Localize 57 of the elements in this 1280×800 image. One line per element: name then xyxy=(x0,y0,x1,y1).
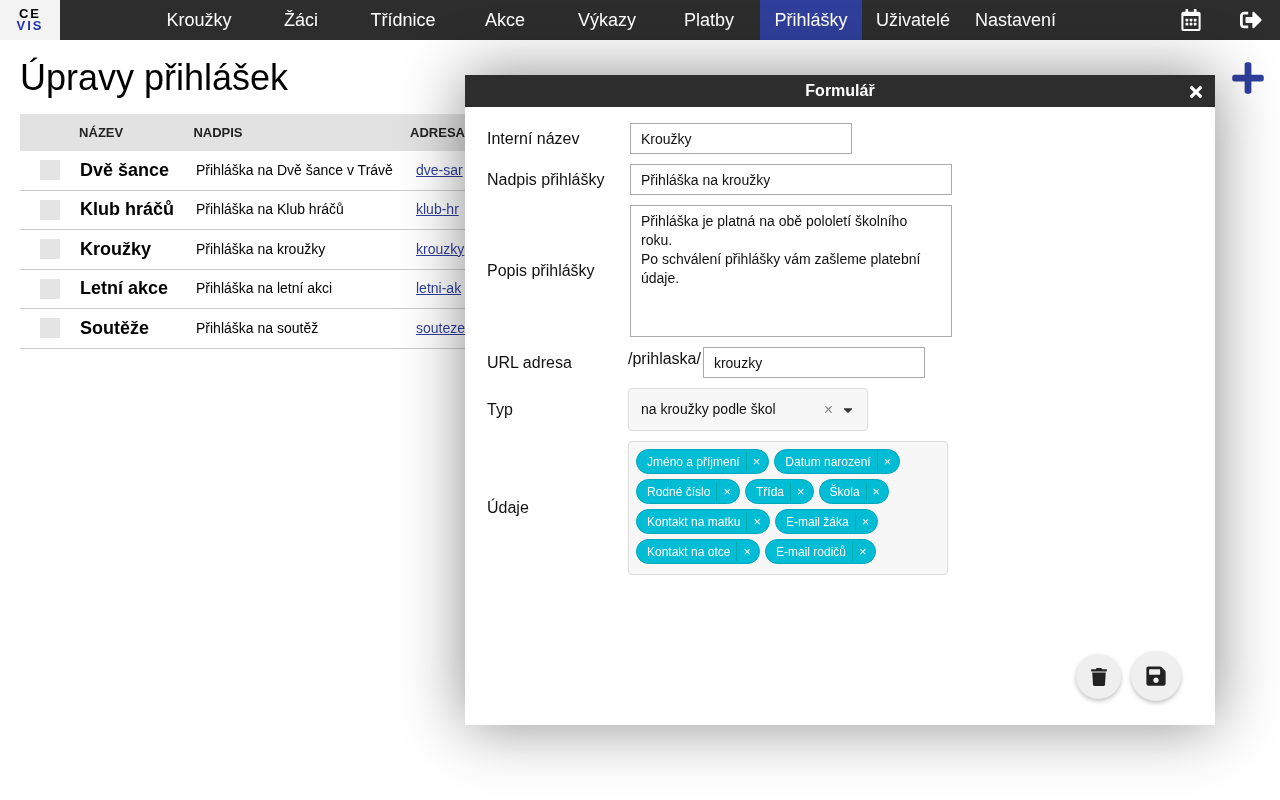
url-prefix: /prihlaska/ xyxy=(628,349,701,369)
trash-icon xyxy=(1089,667,1108,686)
add-icon[interactable] xyxy=(1230,60,1266,96)
delete-button[interactable] xyxy=(1076,654,1121,699)
field-label: Typ xyxy=(487,399,514,420)
nav-tab[interactable]: Žáci xyxy=(250,0,352,40)
nav-tab[interactable]: Přihlášky xyxy=(760,0,862,40)
table-cell-text: Přihláška na soutěž xyxy=(196,318,320,338)
nav-tab[interactable]: Platby xyxy=(658,0,760,40)
dialog-title: Formulář xyxy=(805,81,875,101)
input-field[interactable]: krouzky xyxy=(702,347,925,378)
input-field[interactable]: Kroužky xyxy=(630,123,852,154)
field-label: Nadpis přihlášky xyxy=(487,169,606,190)
calendar-icon[interactable] xyxy=(1180,9,1202,31)
table-cell-text: Přihláška na kroužky xyxy=(196,239,327,259)
address-link[interactable]: souteze xyxy=(415,317,465,339)
table-cell-text: Soutěže xyxy=(80,316,150,340)
table-cell-text: Přihláška na letní akci xyxy=(196,279,334,299)
select-value: na kroužky podle škol xyxy=(641,400,777,419)
logo[interactable]: CE VIS xyxy=(0,0,60,40)
nav-tab[interactable]: Výkazy xyxy=(556,0,658,40)
close-icon[interactable] xyxy=(1187,83,1205,101)
page-title: Úpravy přihlášek xyxy=(20,56,289,100)
row-checkbox[interactable] xyxy=(40,239,60,260)
save-button[interactable] xyxy=(1131,651,1181,701)
logout-icon[interactable] xyxy=(1240,9,1262,31)
type-select[interactable]: na kroužky podle škol × xyxy=(628,388,868,431)
address-link[interactable]: dve-sar xyxy=(416,159,463,181)
row-checkbox[interactable] xyxy=(40,278,60,299)
address-link[interactable]: letni-ak xyxy=(416,278,462,300)
address-link[interactable]: klub-hr xyxy=(416,199,459,221)
column-header: NÁZEV xyxy=(79,123,125,142)
field-label: Údaje xyxy=(487,497,530,518)
logo-text: CE xyxy=(18,8,42,20)
row-checkbox[interactable] xyxy=(40,318,60,339)
table-cell-text: Přihláška na Dvě šance v Trávě xyxy=(196,160,394,180)
table-cell-text: Letní akce xyxy=(80,277,170,301)
nav-tab[interactable]: Kroužky xyxy=(148,0,250,40)
logo-text: VIS xyxy=(16,20,44,32)
input-field[interactable]: Přihláška na kroužky xyxy=(630,164,952,195)
nav-tab[interactable]: Uživatelé xyxy=(862,0,964,40)
table-cell-text: Přihláška na Klub hráčů xyxy=(196,200,345,220)
row-checkbox[interactable] xyxy=(40,160,60,181)
table-cell-text: Kroužky xyxy=(80,237,152,261)
column-header: NADPIS xyxy=(193,123,244,142)
nav-tab[interactable]: Třídnice xyxy=(352,0,454,40)
column-header: ADRESA xyxy=(410,123,465,142)
table-cell-text: Dvě šance xyxy=(80,158,171,182)
nav-tab[interactable]: Nastavení xyxy=(964,0,1068,40)
textarea-field[interactable]: Přihláška je platná na obě pololetí školního roku. Po schválení přihlášky vám zašleme platební údaje. xyxy=(630,205,952,337)
row-checkbox[interactable] xyxy=(40,199,60,220)
table-cell-text: Klub hráčů xyxy=(80,198,175,222)
field-label: URL adresa xyxy=(487,352,573,373)
field-label: Interní název xyxy=(487,128,581,149)
address-link[interactable]: krouzky xyxy=(416,238,465,260)
nav-tab[interactable]: Akce xyxy=(454,0,556,40)
field-label: Popis přihlášky xyxy=(487,261,596,281)
